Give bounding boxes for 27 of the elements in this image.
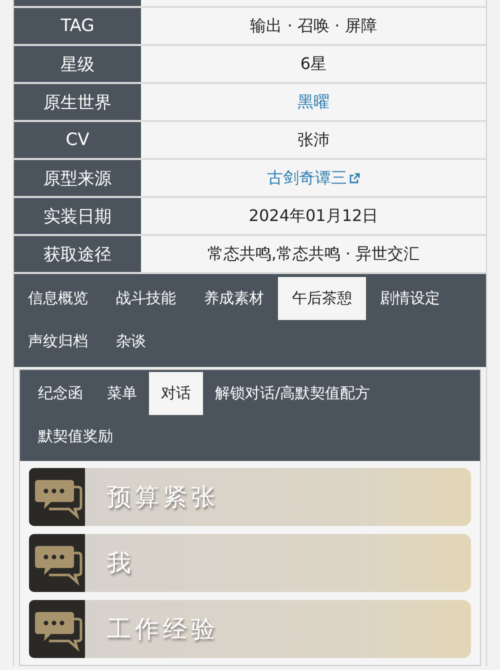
value-link[interactable]: 古剑奇谭三 — [267, 168, 347, 188]
row-value: 2024年01月12日 — [248, 206, 378, 226]
tab[interactable]: 声纹归档 — [14, 320, 102, 363]
row-label: 星级 — [14, 46, 141, 82]
row-label: 原型来源 — [14, 160, 141, 196]
tab[interactable]: 剧情设定 — [366, 277, 454, 320]
subtab[interactable]: 对话 — [149, 372, 203, 415]
subtab[interactable]: 解锁对话/高默契值配方 — [203, 372, 382, 415]
tab[interactable]: 信息概览 — [14, 277, 102, 320]
row-label: CV — [14, 122, 141, 158]
row-label: 实装日期 — [14, 198, 141, 234]
row-value: 常态共鸣,常态共鸣 · 异世交汇 — [207, 244, 420, 264]
subtab[interactable]: 默契值奖励 — [26, 415, 125, 458]
row-value: 输出 · 召唤 · 屏障 — [250, 16, 377, 36]
tab[interactable]: 杂谈 — [102, 320, 160, 363]
subtab[interactable]: 菜单 — [95, 372, 149, 415]
row-value: 6星 — [300, 54, 327, 74]
row-label: 原生世界 — [14, 84, 141, 120]
row-label: TAG — [14, 8, 141, 44]
tab[interactable]: 养成素材 — [190, 277, 278, 320]
subtab[interactable]: 纪念函 — [26, 372, 95, 415]
row-label: 获取途径 — [14, 236, 141, 272]
row-value: 张沛 — [298, 130, 330, 150]
external-link-icon — [349, 172, 360, 184]
tab[interactable]: 战斗技能 — [102, 277, 190, 320]
tab[interactable]: 午后茶憩 — [278, 277, 366, 320]
value-link[interactable]: 黑曜 — [298, 92, 330, 112]
